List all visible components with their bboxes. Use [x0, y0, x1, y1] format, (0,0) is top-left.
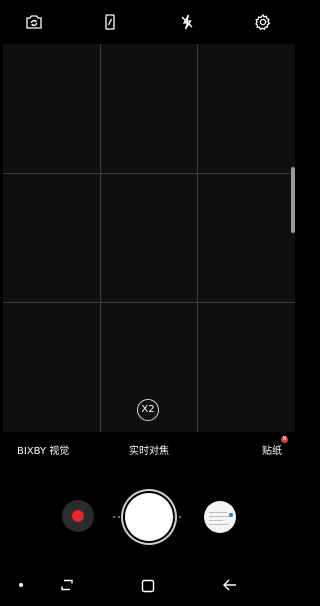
record-video-button[interactable] — [62, 500, 94, 532]
mode-selector: BIXBY 视觉 实时对焦 贴纸 — [0, 432, 298, 466]
zoom-label: X2 — [141, 404, 155, 415]
home-icon[interactable] — [141, 578, 155, 597]
mode-bixby-vision[interactable]: BIXBY 视觉 — [17, 442, 69, 457]
aspect-ratio-icon[interactable] — [100, 12, 120, 32]
edge-panel-handle[interactable] — [291, 167, 295, 233]
grid-line — [197, 44, 198, 432]
zoom-button[interactable]: X2 — [137, 399, 159, 421]
grid-line — [100, 44, 101, 432]
grid-line — [3, 173, 295, 174]
switch-camera-icon[interactable] — [24, 12, 44, 32]
gallery-thumbnail[interactable] — [204, 501, 236, 533]
mode-stickers[interactable]: 贴纸 — [262, 442, 282, 457]
new-badge: N — [281, 436, 288, 443]
settings-gear-icon[interactable] — [253, 12, 273, 32]
record-dot-icon — [72, 510, 84, 522]
back-arrow-icon[interactable] — [221, 576, 239, 598]
shutter-button[interactable] — [125, 493, 173, 541]
mode-live-focus[interactable]: 实时对焦 — [129, 442, 169, 457]
camera-viewfinder[interactable] — [3, 44, 295, 432]
flash-off-icon[interactable] — [177, 12, 197, 32]
nav-dot-icon[interactable] — [19, 583, 23, 587]
top-toolbar — [0, 0, 298, 44]
swipe-hint-dots-right — [174, 516, 186, 518]
grid-line — [3, 302, 295, 303]
system-nav-bar — [0, 566, 298, 606]
swipe-hint-dots-left — [113, 516, 125, 518]
recent-apps-icon[interactable] — [58, 576, 76, 598]
